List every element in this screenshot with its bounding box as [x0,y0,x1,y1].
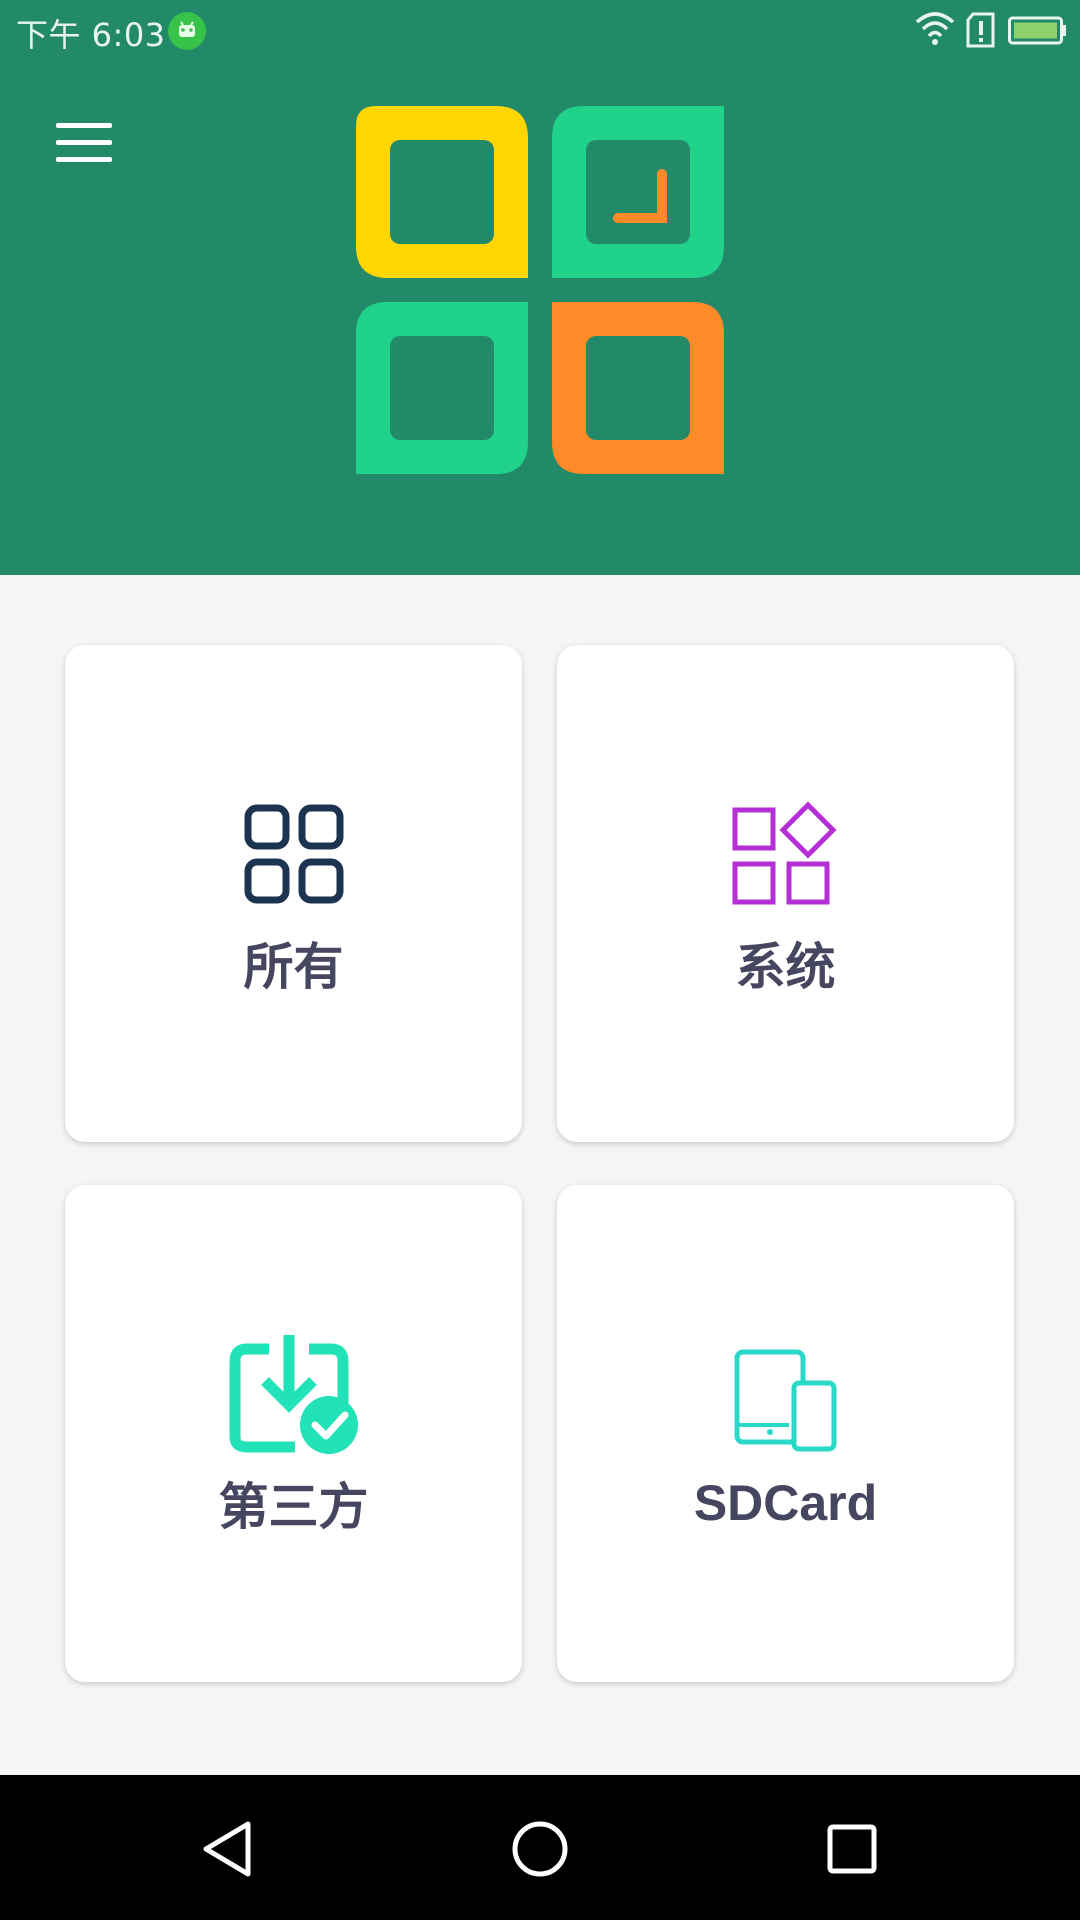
download-check-icon [229,1329,359,1459]
status-bar: 下午 6:03 [0,0,1080,62]
back-icon[interactable] [200,1819,256,1883]
category-all-card[interactable]: 所有 [65,645,522,1142]
apps-diamond-icon [721,789,851,919]
hamburger-menu-icon[interactable] [40,108,128,176]
wifi-icon [915,12,955,54]
grid-squares-icon [229,789,359,919]
category-grid: 所有 系统 第三方 SDCard [65,645,1015,1685]
category-system-card[interactable]: 系统 [557,645,1014,1142]
app-header: 下午 6:03 [0,0,1080,575]
category-sdcard-label: SDCard [693,1474,878,1531]
status-time: 下午 6:03 [16,16,166,54]
category-sdcard-card[interactable]: SDCard [557,1185,1014,1682]
category-all-label: 所有 [243,938,344,995]
battery-icon [1008,16,1068,54]
category-third-party-label: 第三方 [218,1478,369,1535]
category-system-label: 系统 [735,938,836,995]
home-icon[interactable] [510,1819,570,1883]
app-logo [356,106,724,474]
android-icon [168,12,206,50]
sim-alert-icon [965,12,997,56]
recent-apps-icon[interactable] [826,1823,878,1879]
tablet-phone-icon [721,1336,851,1466]
category-third-party-card[interactable]: 第三方 [65,1185,522,1682]
navigation-bar [0,1775,1080,1920]
